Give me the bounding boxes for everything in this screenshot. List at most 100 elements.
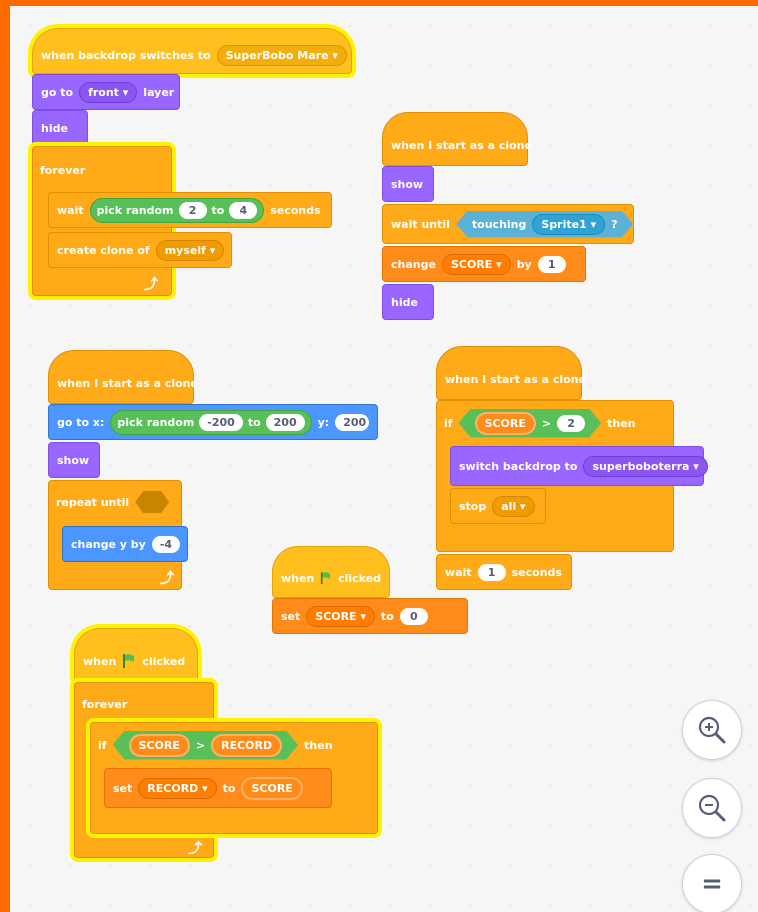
- set-value-input[interactable]: 0: [399, 607, 428, 625]
- block-label: seconds: [511, 565, 562, 579]
- switch-backdrop-block[interactable]: switch backdrop to superboboterra: [450, 446, 708, 486]
- forever-label: forever: [74, 686, 194, 722]
- go-to-layer-block[interactable]: go to front layer: [32, 74, 180, 110]
- set-record-block[interactable]: set RECORD to SCORE: [104, 768, 332, 808]
- reporter-label: to: [247, 415, 261, 429]
- hide-block[interactable]: hide: [32, 110, 88, 146]
- zoom-reset-icon: =: [701, 869, 723, 899]
- block-label: wait: [445, 565, 472, 579]
- block-label: set: [113, 781, 133, 795]
- block-label: if: [98, 738, 107, 752]
- wait-block[interactable]: wait pick random 2 to 4 seconds: [48, 192, 332, 228]
- compare-value-input[interactable]: 2: [557, 415, 585, 432]
- hat-label: clicked: [338, 571, 381, 585]
- touching-predicate[interactable]: touching Sprite1 ?: [456, 211, 634, 238]
- when-flag-clicked-hat[interactable]: when clicked: [272, 546, 390, 598]
- zoom-reset-button[interactable]: =: [682, 854, 742, 912]
- y-input[interactable]: 200: [335, 413, 369, 431]
- hat-label: when backdrop switches to: [41, 48, 211, 62]
- if-header: if SCORE > 2 then: [436, 404, 674, 442]
- zoom-out-icon: [698, 794, 726, 822]
- block-label: go to: [41, 85, 74, 99]
- variable-dropdown[interactable]: RECORD: [138, 777, 217, 799]
- random-to-input[interactable]: 200: [265, 413, 305, 431]
- block-label: wait: [57, 203, 84, 217]
- greater-than-predicate[interactable]: SCORE > RECORD: [113, 731, 299, 760]
- block-label: change y by: [71, 537, 146, 551]
- block-label: hide: [41, 121, 68, 135]
- record-reporter[interactable]: RECORD: [211, 734, 282, 757]
- block-label: by: [516, 257, 532, 271]
- variable-dropdown[interactable]: SCORE: [441, 253, 511, 275]
- random-from-input[interactable]: 2: [178, 201, 207, 219]
- random-to-input[interactable]: 4: [229, 201, 258, 219]
- hide-block[interactable]: hide: [382, 284, 434, 320]
- block-label: forever: [40, 163, 86, 177]
- backdrop-dropdown[interactable]: SuperBobo Mare: [216, 44, 347, 66]
- forever-label: forever: [32, 152, 132, 188]
- when-start-as-clone-hat[interactable]: when I start as a clone: [382, 112, 532, 166]
- score-reporter[interactable]: SCORE: [129, 734, 190, 757]
- when-start-as-clone-hat[interactable]: when I start as a clone: [436, 346, 586, 400]
- change-amount-input[interactable]: 1: [537, 255, 566, 273]
- random-from-input[interactable]: -200: [199, 413, 243, 431]
- block-label: wait until: [391, 217, 450, 231]
- block-label: then: [304, 738, 333, 752]
- stop-dropdown[interactable]: all: [492, 495, 535, 517]
- variable-dropdown[interactable]: SCORE: [306, 605, 375, 627]
- wait-until-block[interactable]: wait until touching Sprite1 ?: [382, 204, 634, 244]
- score-reporter[interactable]: SCORE: [475, 412, 536, 435]
- backdrop-dropdown[interactable]: superboboterra: [583, 455, 708, 477]
- show-block[interactable]: show: [48, 442, 100, 478]
- block-label: to: [380, 609, 394, 623]
- block-label: repeat until: [56, 495, 130, 509]
- pick-random-reporter[interactable]: pick random 2 to 4: [89, 197, 265, 223]
- block-label: then: [607, 416, 636, 430]
- when-flag-clicked-hat[interactable]: when clicked: [74, 628, 198, 682]
- wait-seconds-block[interactable]: wait 1 seconds: [436, 554, 572, 590]
- loop-arrow-icon: ⤴: [160, 571, 174, 587]
- zoom-out-button[interactable]: [682, 778, 742, 838]
- change-y-block[interactable]: change y by -4: [62, 526, 188, 562]
- stop-block[interactable]: stop all: [450, 488, 546, 524]
- block-label: show: [57, 453, 90, 467]
- zoom-in-button[interactable]: [682, 700, 742, 760]
- layer-dropdown[interactable]: front: [79, 81, 138, 103]
- sprite-dropdown[interactable]: Sprite1: [532, 214, 605, 235]
- script-canvas[interactable]: when backdrop switches to SuperBobo Mare…: [10, 6, 758, 912]
- block-label: go to x:: [57, 415, 105, 429]
- create-clone-block[interactable]: create clone of myself: [48, 232, 232, 268]
- block-label: set: [281, 609, 301, 623]
- show-block[interactable]: show: [382, 166, 434, 202]
- greater-than-predicate[interactable]: SCORE > 2: [459, 409, 602, 438]
- hat-label: when: [281, 571, 315, 585]
- operator-label: >: [541, 416, 552, 430]
- zoom-in-icon: [698, 716, 726, 744]
- change-score-block[interactable]: change SCORE by 1: [382, 246, 586, 282]
- when-backdrop-switches-hat[interactable]: when backdrop switches to SuperBobo Mare: [32, 28, 352, 74]
- block-label: show: [391, 177, 424, 191]
- empty-condition-slot[interactable]: [135, 491, 169, 513]
- predicate-label: ?: [611, 217, 618, 231]
- pick-random-reporter[interactable]: pick random -200 to 200: [110, 409, 312, 435]
- block-label: change: [391, 257, 436, 271]
- go-to-xy-block[interactable]: go to x: pick random -200 to 200 y: 200: [48, 404, 378, 440]
- wait-seconds-input[interactable]: 1: [477, 563, 506, 581]
- clone-target-dropdown[interactable]: myself: [155, 239, 225, 261]
- reporter-label: pick random: [96, 203, 174, 217]
- set-score-block[interactable]: set SCORE to 0: [272, 598, 468, 634]
- if-header: if SCORE > RECORD then: [90, 726, 378, 764]
- block-label: y:: [317, 415, 330, 429]
- block-label: to: [222, 781, 236, 795]
- block-label: layer: [143, 85, 175, 99]
- block-label: seconds: [270, 203, 321, 217]
- reporter-label: pick random: [117, 415, 195, 429]
- when-start-as-clone-hat[interactable]: when I start as a clone: [48, 350, 198, 404]
- block-label: create clone of: [57, 243, 150, 257]
- block-label: switch backdrop to: [459, 459, 578, 473]
- reporter-label: to: [211, 203, 225, 217]
- score-reporter[interactable]: SCORE: [241, 776, 303, 800]
- hat-label: when I start as a clone: [445, 372, 586, 386]
- change-y-input[interactable]: -4: [151, 535, 180, 553]
- block-label: hide: [391, 295, 418, 309]
